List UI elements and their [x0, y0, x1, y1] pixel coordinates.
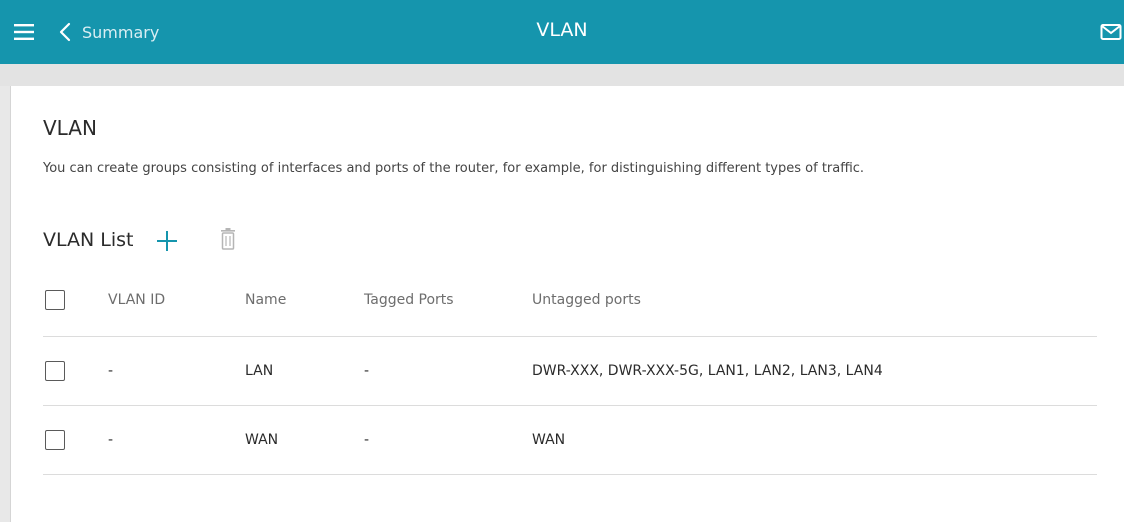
column-header-vlan-id: VLAN ID — [108, 292, 166, 308]
table-header-row: VLAN ID Name Tagged Ports Untagged ports — [43, 266, 1097, 337]
cell-vlan-id: - — [108, 432, 114, 448]
vlan-list-title: VLAN List — [43, 229, 134, 251]
back-button-label: Summary — [82, 22, 160, 42]
vlan-table: VLAN ID Name Tagged Ports Untagged ports… — [43, 266, 1097, 475]
hamburger-menu-icon[interactable] — [13, 21, 35, 43]
section-description: You can create groups consisting of inte… — [43, 161, 865, 176]
table-row[interactable]: - WAN - WAN — [43, 406, 1097, 475]
mail-icon[interactable] — [1100, 23, 1122, 41]
cell-tagged-ports: - — [364, 432, 370, 448]
page-title: VLAN — [536, 19, 588, 41]
column-header-tagged-ports: Tagged Ports — [364, 292, 454, 308]
row-checkbox[interactable] — [45, 430, 65, 450]
column-header-name: Name — [245, 292, 287, 308]
back-to-summary-button[interactable]: Summary — [58, 18, 159, 46]
content-top-strip — [0, 64, 1124, 86]
cell-tagged-ports: - — [364, 363, 370, 379]
column-header-untagged-ports: Untagged ports — [532, 292, 641, 308]
cell-untagged-ports: WAN — [532, 432, 566, 448]
section-title: VLAN — [43, 116, 97, 140]
top-app-bar: Summary VLAN — [0, 0, 1124, 64]
row-checkbox[interactable] — [45, 361, 65, 381]
chevron-left-icon — [59, 22, 71, 42]
plus-icon[interactable] — [155, 229, 179, 253]
trash-icon[interactable] — [220, 228, 236, 250]
cell-name: WAN — [245, 432, 279, 448]
table-row[interactable]: - LAN - DWR-XXX, DWR-XXX-5G, LAN1, LAN2,… — [43, 337, 1097, 406]
vlan-content-card: VLAN You can create groups consisting of… — [10, 86, 1124, 522]
cell-untagged-ports: DWR-XXX, DWR-XXX-5G, LAN1, LAN2, LAN3, L… — [532, 363, 883, 379]
select-all-checkbox[interactable] — [45, 290, 65, 310]
cell-vlan-id: - — [108, 363, 114, 379]
cell-name: LAN — [245, 363, 274, 379]
